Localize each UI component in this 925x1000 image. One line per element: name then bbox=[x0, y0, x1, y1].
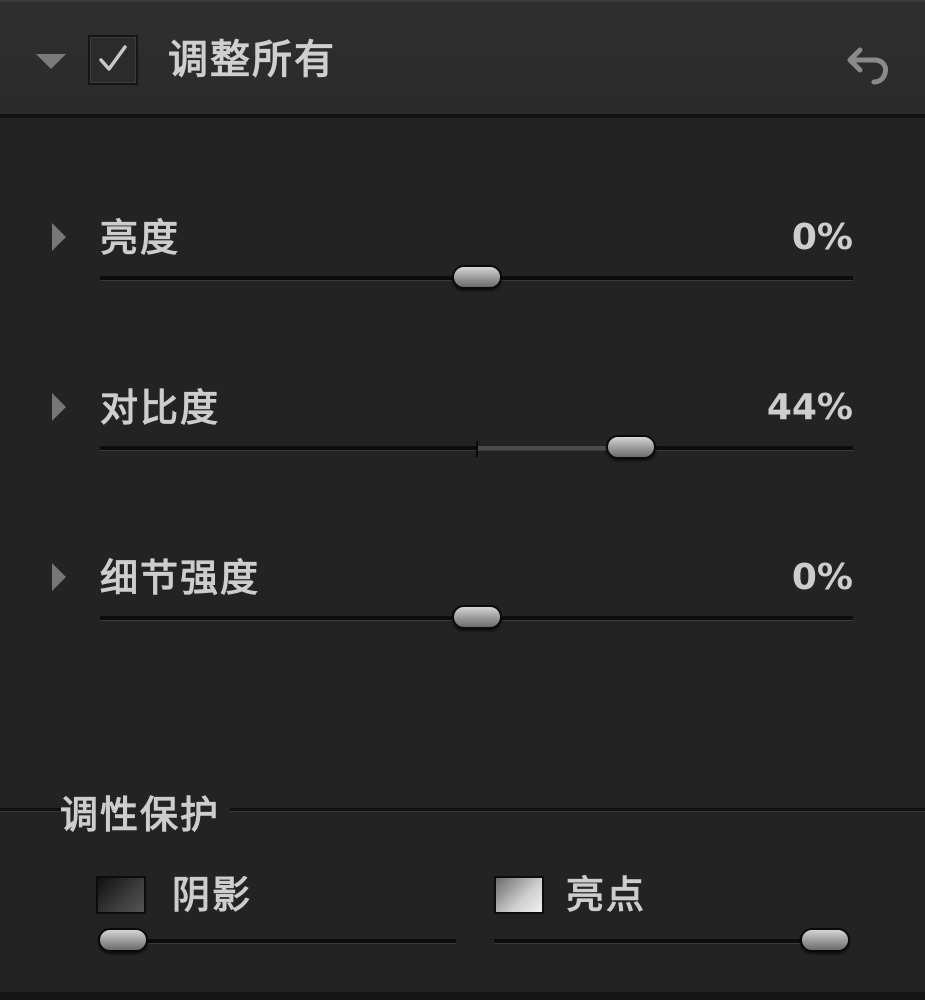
detail-strength-value: 0% bbox=[791, 557, 853, 598]
panel-bottom-edge bbox=[0, 992, 925, 1000]
slider-thumb[interactable] bbox=[98, 928, 148, 952]
brightness-row: 亮度 0% bbox=[0, 215, 925, 335]
highlights-swatch bbox=[494, 876, 544, 914]
contrast-label: 对比度 bbox=[100, 386, 221, 430]
triangle-right-icon[interactable] bbox=[52, 393, 66, 421]
adjust-all-panel: 调整所有 亮度 0% 对比度 44% 细节强度 0% 调性保护 阴影 亮点 bbox=[0, 0, 925, 1000]
contrast-row: 对比度 44% bbox=[0, 385, 925, 505]
triangle-right-icon[interactable] bbox=[52, 223, 66, 251]
shadows-slider[interactable] bbox=[98, 928, 456, 952]
brightness-label: 亮度 bbox=[100, 216, 181, 260]
brightness-slider[interactable] bbox=[100, 265, 853, 289]
slider-thumb[interactable] bbox=[451, 265, 502, 289]
highlights-slider[interactable] bbox=[494, 928, 850, 952]
undo-icon[interactable] bbox=[846, 38, 896, 88]
detail-strength-label: 细节强度 bbox=[100, 556, 261, 600]
slider-center-tick bbox=[476, 441, 478, 457]
tonal-protection-title: 调性保护 bbox=[60, 790, 231, 840]
highlights-label: 亮点 bbox=[566, 873, 647, 917]
shadows-label: 阴影 bbox=[172, 873, 253, 917]
triangle-down-icon[interactable] bbox=[36, 54, 66, 69]
triangle-right-icon[interactable] bbox=[52, 563, 66, 591]
slider-thumb[interactable] bbox=[606, 435, 657, 459]
detail-strength-slider[interactable] bbox=[100, 605, 853, 629]
contrast-value: 44% bbox=[766, 387, 853, 428]
checkmark-icon bbox=[99, 45, 127, 71]
enable-checkbox[interactable] bbox=[88, 35, 138, 85]
slider-track bbox=[494, 939, 850, 944]
detail-strength-row: 细节强度 0% bbox=[0, 555, 925, 675]
panel-header: 调整所有 bbox=[0, 0, 925, 118]
slider-track bbox=[98, 939, 456, 944]
contrast-slider[interactable] bbox=[100, 435, 853, 459]
brightness-value: 0% bbox=[791, 217, 853, 258]
slider-thumb[interactable] bbox=[451, 605, 502, 629]
panel-title: 调整所有 bbox=[168, 37, 336, 83]
slider-thumb[interactable] bbox=[800, 928, 850, 952]
shadows-swatch bbox=[96, 876, 146, 914]
